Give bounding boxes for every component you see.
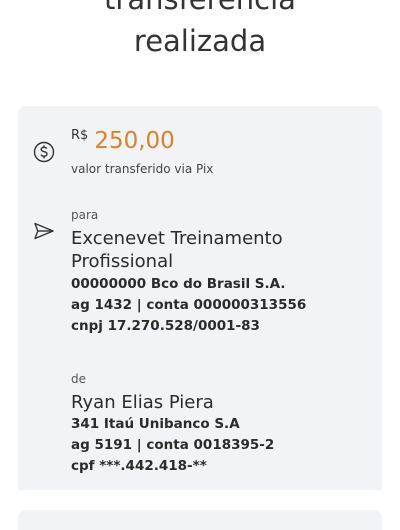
dollar-circle-icon bbox=[32, 140, 56, 164]
sender-bank: 341 Itaú Unibanco S.A bbox=[71, 416, 240, 432]
next-card bbox=[18, 510, 382, 530]
sender-document: cpf ***.442.418-** bbox=[71, 458, 207, 474]
recipient-account: ag 1432 | conta 000000313556 bbox=[71, 297, 307, 313]
amount-caption: valor transferido via Pix bbox=[71, 162, 214, 176]
recipient-name: Excenevet Treinamento Profissional bbox=[71, 228, 283, 272]
sender-label: de bbox=[71, 372, 86, 386]
send-icon bbox=[32, 219, 56, 243]
recipient-document: cnpj 17.270.528/0001-83 bbox=[71, 318, 260, 334]
recipient-bank: 00000000 Bco do Brasil S.A. bbox=[71, 276, 286, 292]
page-title-line-1: transferência bbox=[0, 0, 400, 18]
sender-name: Ryan Elias Piera bbox=[71, 392, 214, 413]
amount-row: R$ 250,00 bbox=[71, 128, 175, 160]
currency-symbol: R$ bbox=[71, 128, 89, 143]
recipient-label: para bbox=[71, 208, 99, 222]
amount-value: 250,00 bbox=[94, 128, 175, 154]
sender-account: ag 5191 | conta 0018395-2 bbox=[71, 437, 275, 453]
transfer-details-card: R$ 250,00 valor transferido via Pix para … bbox=[18, 106, 382, 490]
page-title-line-2: realizada bbox=[133, 24, 267, 58]
